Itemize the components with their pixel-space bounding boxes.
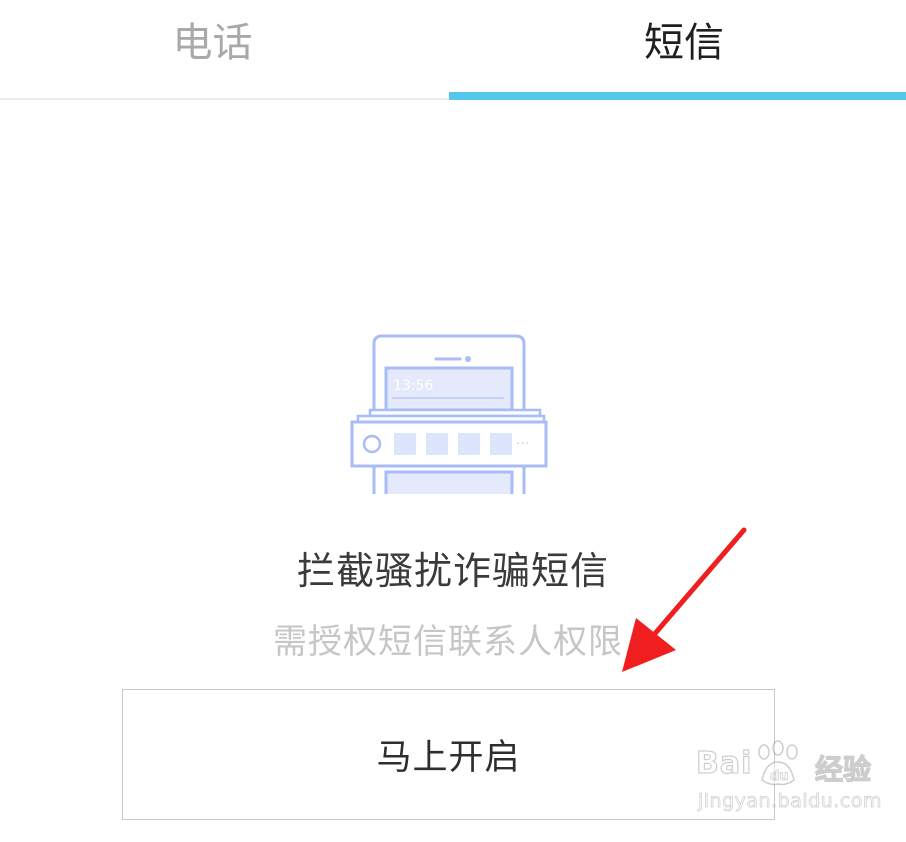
enable-now-button[interactable]: 马上开启	[122, 689, 775, 820]
arrow-shaft	[643, 527, 747, 647]
filter-panel-more: ···	[516, 436, 529, 452]
permission-hint: 需授权短信联系人权限	[273, 622, 623, 662]
filter-panel-block-2	[426, 433, 448, 455]
baidu-paw-icon: du	[758, 740, 798, 786]
active-tab-indicator	[449, 92, 906, 100]
sms-filter-screen: 电话 短信 13:56 ··· 拦截骚扰诈骗短信 需授权短信联系人权限 马上开启…	[0, 0, 906, 842]
page-title: 拦截骚扰诈骗短信	[296, 549, 609, 593]
clock-time: 13:56	[393, 378, 433, 394]
tab-bar: 电话 短信	[0, 0, 906, 100]
filter-panel-block-3	[458, 433, 480, 455]
baidu-jingyan-watermark: Bai du 经验 jingyan.baidu.com	[690, 740, 900, 830]
watermark-brand: Bai	[695, 745, 753, 781]
phone-camera	[465, 356, 471, 362]
watermark-product: 经验	[814, 752, 872, 786]
phone-inner-body	[384, 470, 514, 494]
filter-panel-block-1	[394, 433, 416, 455]
tab-sms[interactable]: 短信	[453, 0, 906, 78]
tab-phone[interactable]: 电话	[0, 0, 425, 78]
svg-text:du: du	[770, 769, 789, 784]
watermark-url: jingyan.baidu.com	[698, 790, 882, 813]
filter-panel-circle	[362, 434, 382, 454]
arrow-head	[622, 618, 676, 672]
red-arrow-pointer-icon	[622, 527, 747, 672]
filter-panel-block-4	[490, 433, 512, 455]
phone-sms-filter-illustration-icon: 13:56 ···	[350, 334, 548, 494]
